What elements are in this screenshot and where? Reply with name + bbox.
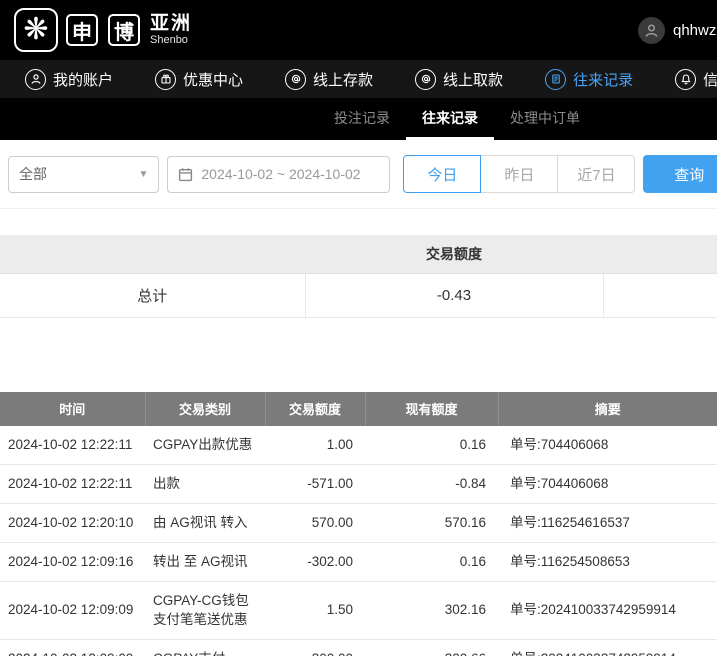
calendar-icon xyxy=(178,167,193,182)
tab-transaction-records[interactable]: 往来记录 xyxy=(406,98,494,140)
gift-icon xyxy=(155,69,176,90)
cell-memo: 单号:116254508653 xyxy=(498,543,717,582)
type-select[interactable]: 全部 ▼ xyxy=(8,156,159,193)
date-range-input[interactable]: 2024-10-02 ~ 2024-10-02 xyxy=(167,156,390,193)
summary-empty-cell xyxy=(603,273,717,317)
cell-time: 2024-10-02 12:22:11 xyxy=(0,464,145,503)
cell-time: 2024-10-02 12:09:16 xyxy=(0,543,145,582)
cell-memo: 单号:704406068 xyxy=(498,464,717,503)
summary-total-value: -0.43 xyxy=(305,273,603,317)
cell-category: CGPAY出款优惠 xyxy=(145,426,265,465)
nav-label: 优惠中心 xyxy=(183,69,243,90)
user-account[interactable]: qhhwz xyxy=(638,0,716,60)
cell-balance: 302.16 xyxy=(365,582,498,639)
cell-amount: 1.50 xyxy=(265,582,365,639)
top-header: ❋ 申 博 亚洲 Shenbo qhhwz xyxy=(0,0,717,60)
nav-label: 线上存款 xyxy=(313,69,373,90)
summary-total-row: 总计 -0.43 xyxy=(0,273,717,317)
cell-category: 转出 至 AG视讯 xyxy=(145,543,265,582)
table-row: 2024-10-02 12:09:09CGPAY支付300.00300.66单号… xyxy=(0,639,717,656)
column-header-memo: 摘要 xyxy=(498,392,717,426)
table-row: 2024-10-02 12:22:11CGPAY出款优惠1.000.16单号:7… xyxy=(0,426,717,465)
column-header-time: 时间 xyxy=(0,392,145,426)
cell-category: CGPAY支付 xyxy=(145,639,265,656)
cell-amount: 570.00 xyxy=(265,503,365,542)
table-row: 2024-10-02 12:09:09CGPAY-CG钱包支付笔笔送优惠1.50… xyxy=(0,582,717,639)
nav-item-my-account[interactable]: 我的账户 xyxy=(4,60,134,98)
cell-time: 2024-10-02 12:22:11 xyxy=(0,426,145,465)
quick-date-group: 今日 昨日 近7日 xyxy=(403,155,635,193)
nav-label: 线上取款 xyxy=(443,69,503,90)
summary-total-label: 总计 xyxy=(0,273,305,317)
transaction-table-body: 2024-10-02 12:22:11CGPAY出款优惠1.000.16单号:7… xyxy=(0,426,717,656)
cell-balance: 570.16 xyxy=(365,503,498,542)
table-row: 2024-10-02 12:09:16转出 至 AG视讯-302.000.16单… xyxy=(0,543,717,582)
filter-bar: 全部 ▼ 2024-10-02 ~ 2024-10-02 今日 昨日 近7日 查… xyxy=(0,140,717,209)
date-range-value: 2024-10-02 ~ 2024-10-02 xyxy=(201,166,360,182)
cell-memo: 单号:116254616537 xyxy=(498,503,717,542)
cell-balance: 0.16 xyxy=(365,543,498,582)
cell-balance: 300.66 xyxy=(365,639,498,656)
column-header-category: 交易类别 xyxy=(145,392,265,426)
nav-label: 往来记录 xyxy=(573,69,633,90)
summary-table: 交易额度 总计 -0.43 xyxy=(0,235,717,318)
table-header-row: 时间 交易类别 交易额度 现有额度 摘要 xyxy=(0,392,717,426)
cell-amount: 300.00 xyxy=(265,639,365,656)
table-row: 2024-10-02 12:22:11出款-571.00-0.84单号:7044… xyxy=(0,464,717,503)
cell-amount: 1.00 xyxy=(265,426,365,465)
brand-sub-text: Shenbo xyxy=(150,34,192,46)
transaction-table: 时间 交易类别 交易额度 现有额度 摘要 2024-10-02 12:22:11… xyxy=(0,392,717,656)
column-header-balance: 现有额度 xyxy=(365,392,498,426)
nav-item-transactions[interactable]: 往来记录 xyxy=(524,60,654,98)
nav-item-messages[interactable]: 信息 xyxy=(654,60,717,98)
cell-balance: 0.16 xyxy=(365,426,498,465)
type-select-value: 全部 xyxy=(19,164,47,184)
brand-region-block: 亚洲 Shenbo xyxy=(150,14,192,47)
summary-header-title: 交易额度 xyxy=(305,235,603,273)
column-header-amount: 交易额度 xyxy=(265,392,365,426)
cell-time: 2024-10-02 12:09:09 xyxy=(0,639,145,656)
cell-category: CGPAY-CG钱包支付笔笔送优惠 xyxy=(145,582,265,639)
brand-region-text: 亚洲 xyxy=(150,14,192,35)
cell-memo: 单号:202410033742959914 xyxy=(498,582,717,639)
brand-char-box-2: 博 xyxy=(108,14,140,46)
cell-memo: 单号:202410033742959914 xyxy=(498,639,717,656)
cell-category: 由 AG视讯 转入 xyxy=(145,503,265,542)
yesterday-button[interactable]: 昨日 xyxy=(480,155,558,193)
flower-logo-icon: ❋ xyxy=(14,8,58,52)
last7days-button[interactable]: 近7日 xyxy=(557,155,635,193)
summary-header-empty-left xyxy=(0,235,305,273)
username-text: qhhwz xyxy=(673,22,716,39)
main-nav: 我的账户 优惠中心 线上存款 线上取款 xyxy=(0,60,717,98)
cell-time: 2024-10-02 12:20:10 xyxy=(0,503,145,542)
table-row: 2024-10-02 12:20:10由 AG视讯 转入570.00570.16… xyxy=(0,503,717,542)
bell-icon xyxy=(675,69,696,90)
nav-label: 信息 xyxy=(703,69,717,90)
brand-logo[interactable]: ❋ 申 博 亚洲 Shenbo xyxy=(14,8,192,52)
chevron-down-icon: ▼ xyxy=(138,169,148,180)
record-subtabs: 投注记录 往来记录 处理中订单 xyxy=(0,98,717,140)
summary-header-empty-right xyxy=(603,235,717,273)
today-button[interactable]: 今日 xyxy=(403,155,481,193)
records-icon xyxy=(545,69,566,90)
query-button[interactable]: 查询 xyxy=(643,155,717,193)
cell-category: 出款 xyxy=(145,464,265,503)
tab-bet-records[interactable]: 投注记录 xyxy=(318,98,406,140)
cell-time: 2024-10-02 12:09:09 xyxy=(0,582,145,639)
cell-amount: -571.00 xyxy=(265,464,365,503)
cell-memo: 单号:704406068 xyxy=(498,426,717,465)
brand-char-box-1: 申 xyxy=(66,14,98,46)
cell-balance: -0.84 xyxy=(365,464,498,503)
nav-item-promotions[interactable]: 优惠中心 xyxy=(134,60,264,98)
nav-item-deposit[interactable]: 线上存款 xyxy=(264,60,394,98)
cell-amount: -302.00 xyxy=(265,543,365,582)
deposit-coin-icon xyxy=(285,69,306,90)
nav-item-withdraw[interactable]: 线上取款 xyxy=(394,60,524,98)
summary-header-row: 交易额度 xyxy=(0,235,717,273)
withdraw-coin-icon xyxy=(415,69,436,90)
tab-pending-orders[interactable]: 处理中订单 xyxy=(494,98,596,140)
user-avatar-icon xyxy=(638,17,665,44)
person-icon xyxy=(25,69,46,90)
nav-label: 我的账户 xyxy=(53,69,113,90)
